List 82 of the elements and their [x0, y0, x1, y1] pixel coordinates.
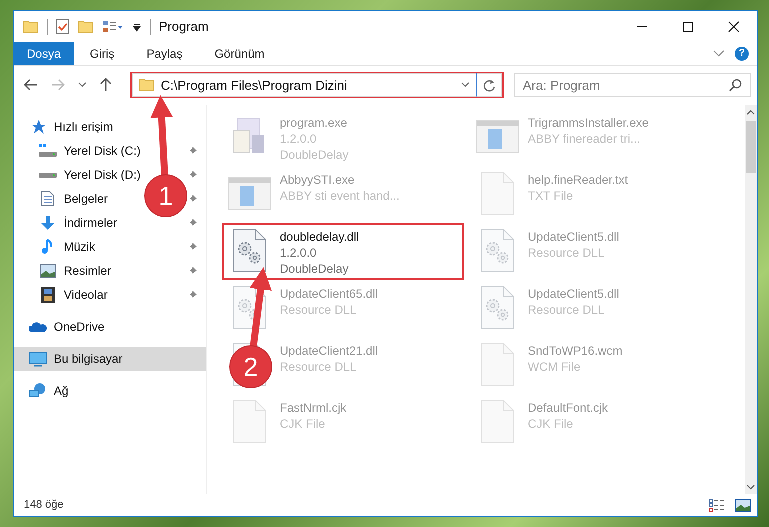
file-detail: DoubleDelay — [280, 261, 350, 277]
scroll-down-icon[interactable] — [747, 484, 755, 490]
file-detail: WCM File — [528, 359, 582, 375]
search-icon[interactable] — [729, 78, 742, 92]
pin-icon[interactable] — [188, 146, 198, 156]
network-icon — [29, 383, 47, 399]
sidebar-item[interactable]: Müzik — [14, 235, 96, 259]
cloud-icon — [29, 321, 47, 333]
film-icon — [41, 287, 55, 303]
document-icon — [41, 191, 55, 207]
gears-file-icon — [233, 229, 267, 273]
monitor-icon — [29, 352, 47, 366]
help-button[interactable]: ? — [735, 46, 749, 60]
sidebar-item[interactable]: Belgeler — [14, 187, 108, 211]
pin-icon[interactable] — [188, 170, 198, 180]
file-detail: DoubleDelay — [280, 147, 349, 163]
caret-icon[interactable] — [132, 22, 142, 32]
file-detail: 1.2.0.0 — [280, 131, 318, 147]
chevron-down-icon[interactable] — [713, 50, 725, 58]
ribbon-tab[interactable]: Giriş — [74, 42, 131, 65]
close-icon[interactable] — [728, 20, 740, 32]
up-arrow-icon[interactable] — [100, 78, 112, 92]
sidebar-item[interactable]: Resimler — [14, 259, 112, 283]
pin-icon[interactable] — [188, 290, 198, 300]
ribbon-tab[interactable]: Görünüm — [198, 42, 281, 65]
gears-file-icon — [481, 286, 515, 330]
number-badge: 2 — [230, 346, 272, 388]
blank-file-icon — [233, 400, 267, 444]
properties-icon[interactable] — [102, 20, 124, 34]
sidebar-item[interactable]: İndirmeler — [14, 211, 118, 235]
picture-icon — [40, 264, 56, 278]
down-arrow-icon — [40, 215, 56, 231]
folder-icon — [78, 20, 94, 34]
folder-icon — [23, 20, 39, 34]
star-icon — [30, 119, 46, 135]
sidebar-item[interactable]: Videolar — [14, 283, 108, 307]
scroll-up-icon[interactable] — [747, 110, 755, 114]
file-detail: TXT File — [528, 188, 574, 204]
maximize-icon[interactable] — [682, 20, 694, 32]
file-detail: CJK File — [280, 416, 326, 432]
drive-icon — [39, 172, 57, 178]
sidebar-item[interactable]: Yerel Disk (D:) — [14, 163, 141, 187]
gears-file-icon — [233, 286, 267, 330]
blank-file-icon — [481, 400, 515, 444]
address-field[interactable]: C:\Program Files\Program Dizini — [132, 73, 477, 97]
gears-file-icon — [481, 229, 515, 273]
file-detail: CJK File — [528, 416, 574, 432]
window-title: Program — [159, 19, 210, 34]
item-count: 148 öğe — [24, 499, 65, 511]
large-icons-view-icon[interactable] — [735, 498, 751, 512]
number-badge: 1 — [144, 174, 188, 218]
music-note-icon — [41, 239, 55, 255]
pin-icon[interactable] — [188, 266, 198, 276]
pin-icon[interactable] — [188, 242, 198, 252]
sidebar-item[interactable]: OneDrive — [14, 315, 206, 339]
sidebar-item[interactable]: Hızlı erişim — [14, 115, 206, 139]
file-detail: ABBY sti event hand... — [280, 188, 400, 204]
file-detail: ABBY finereader tri... — [528, 131, 642, 147]
file-detail: Resource DLL — [280, 302, 358, 318]
blank-file-icon — [481, 343, 515, 387]
search-field[interactable]: Ara: Program — [514, 73, 751, 97]
refresh-icon[interactable] — [482, 78, 496, 92]
pin-icon[interactable] — [188, 218, 198, 228]
file-detail: Resource DLL — [280, 359, 358, 375]
back-arrow-icon[interactable] — [24, 79, 38, 91]
file-detail: Resource DLL — [528, 245, 606, 261]
scrollbar-thumb[interactable] — [746, 121, 756, 173]
sidebar-item[interactable]: Yerel Disk (C:) — [14, 139, 141, 163]
sidebar-item[interactable]: Bu bilgisayar — [14, 347, 206, 371]
ribbon-tab[interactable]: Dosya — [14, 42, 74, 65]
file-detail: 1.2.0.0 — [280, 245, 318, 261]
checklist-icon[interactable] — [56, 18, 70, 34]
blank-file-icon — [481, 172, 515, 216]
pin-icon[interactable] — [188, 194, 198, 204]
file-detail: Resource DLL — [528, 302, 606, 318]
scrollbar[interactable] — [745, 105, 757, 494]
sidebar-item[interactable]: Ağ — [14, 379, 206, 403]
details-view-icon[interactable] — [709, 498, 725, 512]
file-name[interactable]: doubledelay.dll — [280, 229, 360, 245]
drive-icon — [39, 144, 57, 158]
ribbon-tab[interactable]: Paylaş — [130, 42, 199, 65]
folder-icon — [139, 78, 155, 92]
